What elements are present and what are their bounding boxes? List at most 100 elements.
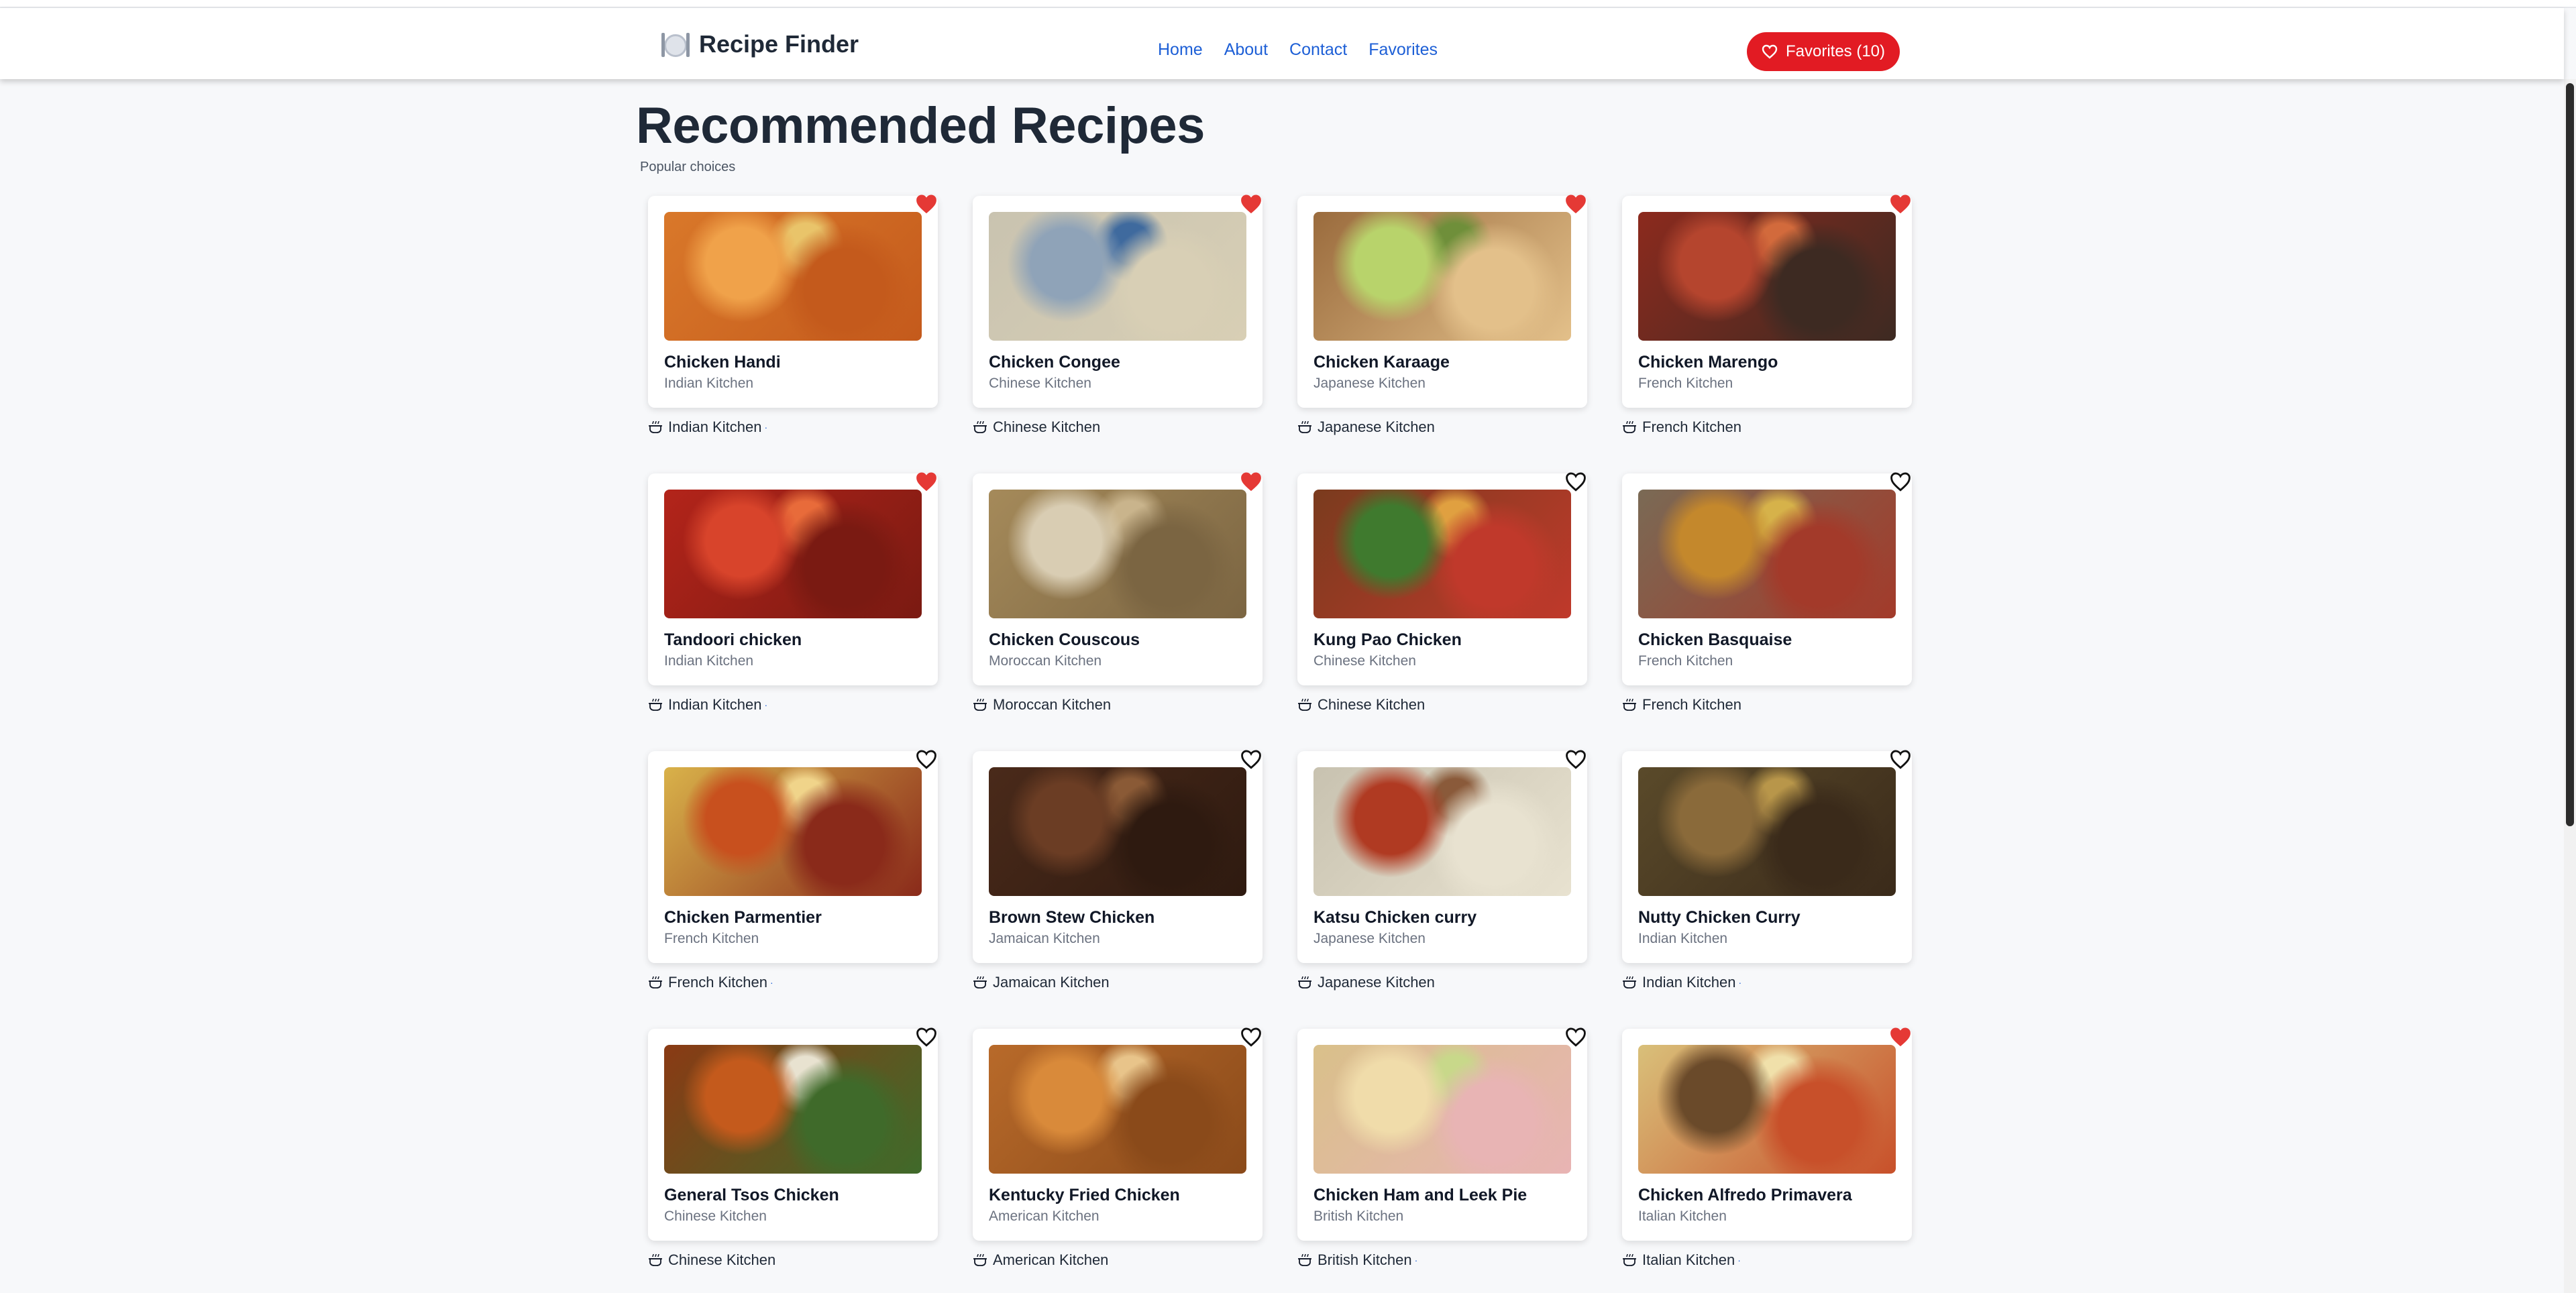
recipe-kitchen: Moroccan Kitchen bbox=[989, 653, 1102, 669]
recipe-title: Chicken Couscous bbox=[989, 630, 1140, 649]
heart-filled-icon[interactable] bbox=[915, 471, 938, 492]
plate-cutlery-icon bbox=[661, 30, 690, 58]
page-title: Recommended Recipes bbox=[636, 97, 1205, 154]
cooking-pot-icon bbox=[973, 698, 987, 711]
recipe-kitchen: American Kitchen bbox=[989, 1208, 1099, 1224]
kitchen-label: American Kitchen bbox=[973, 1251, 1108, 1269]
heart-outline-icon[interactable] bbox=[915, 748, 938, 770]
brand[interactable]: Recipe Finder bbox=[661, 30, 859, 59]
recipe-card-body[interactable]: Tandoori chicken Indian Kitchen bbox=[648, 473, 938, 685]
recipe-image[interactable] bbox=[664, 490, 922, 618]
heart-filled-icon[interactable] bbox=[1889, 193, 1912, 215]
cooking-pot-icon bbox=[973, 976, 987, 989]
recipe-card-body[interactable]: Chicken Basquaise French Kitchen bbox=[1622, 473, 1912, 685]
heart-filled-icon[interactable] bbox=[1240, 193, 1263, 215]
recipe-card-body[interactable]: Chicken Karaage Japanese Kitchen bbox=[1297, 196, 1587, 408]
info-marker-icon[interactable]: · bbox=[764, 422, 767, 433]
kitchen-label: French Kitchen bbox=[1622, 696, 1741, 714]
kitchen-label-text: Italian Kitchen bbox=[1642, 1251, 1735, 1268]
recipe-card-body[interactable]: Chicken Congee Chinese Kitchen bbox=[973, 196, 1263, 408]
recipe-image[interactable] bbox=[1313, 1045, 1571, 1174]
nav-link-about[interactable]: About bbox=[1224, 40, 1268, 60]
recipe-title: Kentucky Fried Chicken bbox=[989, 1186, 1180, 1204]
info-marker-icon[interactable]: · bbox=[770, 977, 773, 988]
nav-link-favorites[interactable]: Favorites bbox=[1368, 40, 1438, 60]
recipe-card-body[interactable]: Chicken Marengo French Kitchen bbox=[1622, 196, 1912, 408]
nav-link-home[interactable]: Home bbox=[1158, 40, 1203, 60]
info-marker-icon[interactable]: · bbox=[1738, 977, 1741, 988]
recipe-image[interactable] bbox=[1638, 767, 1896, 896]
recipe-image[interactable] bbox=[1313, 490, 1571, 618]
recipe-image[interactable] bbox=[664, 212, 922, 341]
heart-outline-icon[interactable] bbox=[1240, 1026, 1263, 1048]
info-marker-icon[interactable]: · bbox=[1415, 1255, 1418, 1266]
recipe-card-body[interactable]: Katsu Chicken curry Japanese Kitchen bbox=[1297, 751, 1587, 963]
heart-outline-icon[interactable] bbox=[1240, 748, 1263, 770]
heart-outline-icon[interactable] bbox=[915, 1026, 938, 1048]
info-marker-icon[interactable]: · bbox=[764, 699, 767, 710]
recipe-card-body[interactable]: Kentucky Fried Chicken American Kitchen bbox=[973, 1029, 1263, 1241]
cooking-pot-icon bbox=[973, 1253, 987, 1266]
recipe-card-body[interactable]: Nutty Chicken Curry Indian Kitchen bbox=[1622, 751, 1912, 963]
nav-links: Home About Contact Favorites bbox=[1158, 40, 1438, 60]
cooking-pot-icon bbox=[649, 1253, 662, 1266]
cooking-pot-icon bbox=[1623, 1253, 1636, 1266]
kitchen-label: Indian Kitchen · bbox=[648, 696, 767, 714]
recipe-image[interactable] bbox=[1313, 212, 1571, 341]
recipe-title: Chicken Handi bbox=[664, 353, 781, 372]
kitchen-label: Japanese Kitchen bbox=[1297, 418, 1435, 436]
recipe-kitchen: Chinese Kitchen bbox=[1313, 653, 1416, 669]
cooking-pot-icon bbox=[1623, 420, 1636, 433]
heart-outline-icon[interactable] bbox=[1564, 471, 1587, 492]
recipe-card-body[interactable]: Chicken Parmentier French Kitchen bbox=[648, 751, 938, 963]
cooking-pot-icon bbox=[1298, 1253, 1311, 1266]
cooking-pot-icon bbox=[1298, 976, 1311, 989]
heart-filled-icon[interactable] bbox=[1564, 193, 1587, 215]
recipe-card-body[interactable]: Chicken Couscous Moroccan Kitchen bbox=[973, 473, 1263, 685]
cooking-pot-icon bbox=[1298, 420, 1311, 433]
favorites-button[interactable]: Favorites (10) bbox=[1747, 32, 1900, 71]
nav-link-contact[interactable]: Contact bbox=[1289, 40, 1347, 60]
recipe-image[interactable] bbox=[989, 767, 1246, 896]
recipe-image[interactable] bbox=[664, 767, 922, 896]
kitchen-label-text: Indian Kitchen bbox=[1642, 974, 1736, 991]
recipe-title: Kung Pao Chicken bbox=[1313, 630, 1462, 649]
recipe-card-body[interactable]: General Tsos Chicken Chinese Kitchen bbox=[648, 1029, 938, 1241]
recipe-card-body[interactable]: Chicken Alfredo Primavera Italian Kitche… bbox=[1622, 1029, 1912, 1241]
kitchen-label: Jamaican Kitchen bbox=[973, 974, 1110, 991]
recipe-image[interactable] bbox=[989, 1045, 1246, 1174]
recipe-image[interactable] bbox=[1638, 212, 1896, 341]
heart-outline-icon[interactable] bbox=[1889, 471, 1912, 492]
recipe-image[interactable] bbox=[989, 212, 1246, 341]
cooking-pot-icon bbox=[1298, 698, 1311, 711]
heart-filled-icon[interactable] bbox=[1240, 471, 1263, 492]
recipe-image[interactable] bbox=[1313, 767, 1571, 896]
heart-filled-icon[interactable] bbox=[915, 193, 938, 215]
recipe-image[interactable] bbox=[1638, 1045, 1896, 1174]
recipe-image[interactable] bbox=[989, 490, 1246, 618]
scrollbar[interactable] bbox=[2564, 79, 2576, 1293]
info-marker-icon[interactable]: · bbox=[1737, 1255, 1741, 1266]
recipe-image[interactable] bbox=[1638, 490, 1896, 618]
recipe-kitchen: French Kitchen bbox=[1638, 376, 1733, 391]
cooking-pot-icon bbox=[649, 976, 662, 989]
heart-filled-icon[interactable] bbox=[1889, 1026, 1912, 1048]
heart-outline-icon[interactable] bbox=[1564, 748, 1587, 770]
recipe-kitchen: Chinese Kitchen bbox=[664, 1208, 767, 1224]
recipe-image[interactable] bbox=[664, 1045, 922, 1174]
cooking-pot-icon bbox=[649, 698, 662, 711]
favorites-button-label: Favorites (10) bbox=[1785, 42, 1886, 60]
recipe-title: Chicken Karaage bbox=[1313, 353, 1450, 372]
recipe-title: Katsu Chicken curry bbox=[1313, 908, 1477, 927]
recipe-title: Nutty Chicken Curry bbox=[1638, 908, 1801, 927]
kitchen-label-text: American Kitchen bbox=[993, 1251, 1109, 1268]
heart-outline-icon[interactable] bbox=[1889, 748, 1912, 770]
recipe-card-body[interactable]: Brown Stew Chicken Jamaican Kitchen bbox=[973, 751, 1263, 963]
browser-top-edge bbox=[0, 0, 2576, 8]
kitchen-label: French Kitchen bbox=[1622, 418, 1741, 436]
scrollbar-thumb[interactable] bbox=[2566, 83, 2574, 826]
heart-outline-icon[interactable] bbox=[1564, 1026, 1587, 1048]
recipe-card-body[interactable]: Chicken Ham and Leek Pie British Kitchen bbox=[1297, 1029, 1587, 1241]
recipe-card-body[interactable]: Kung Pao Chicken Chinese Kitchen bbox=[1297, 473, 1587, 685]
recipe-card-body[interactable]: Chicken Handi Indian Kitchen bbox=[648, 196, 938, 408]
